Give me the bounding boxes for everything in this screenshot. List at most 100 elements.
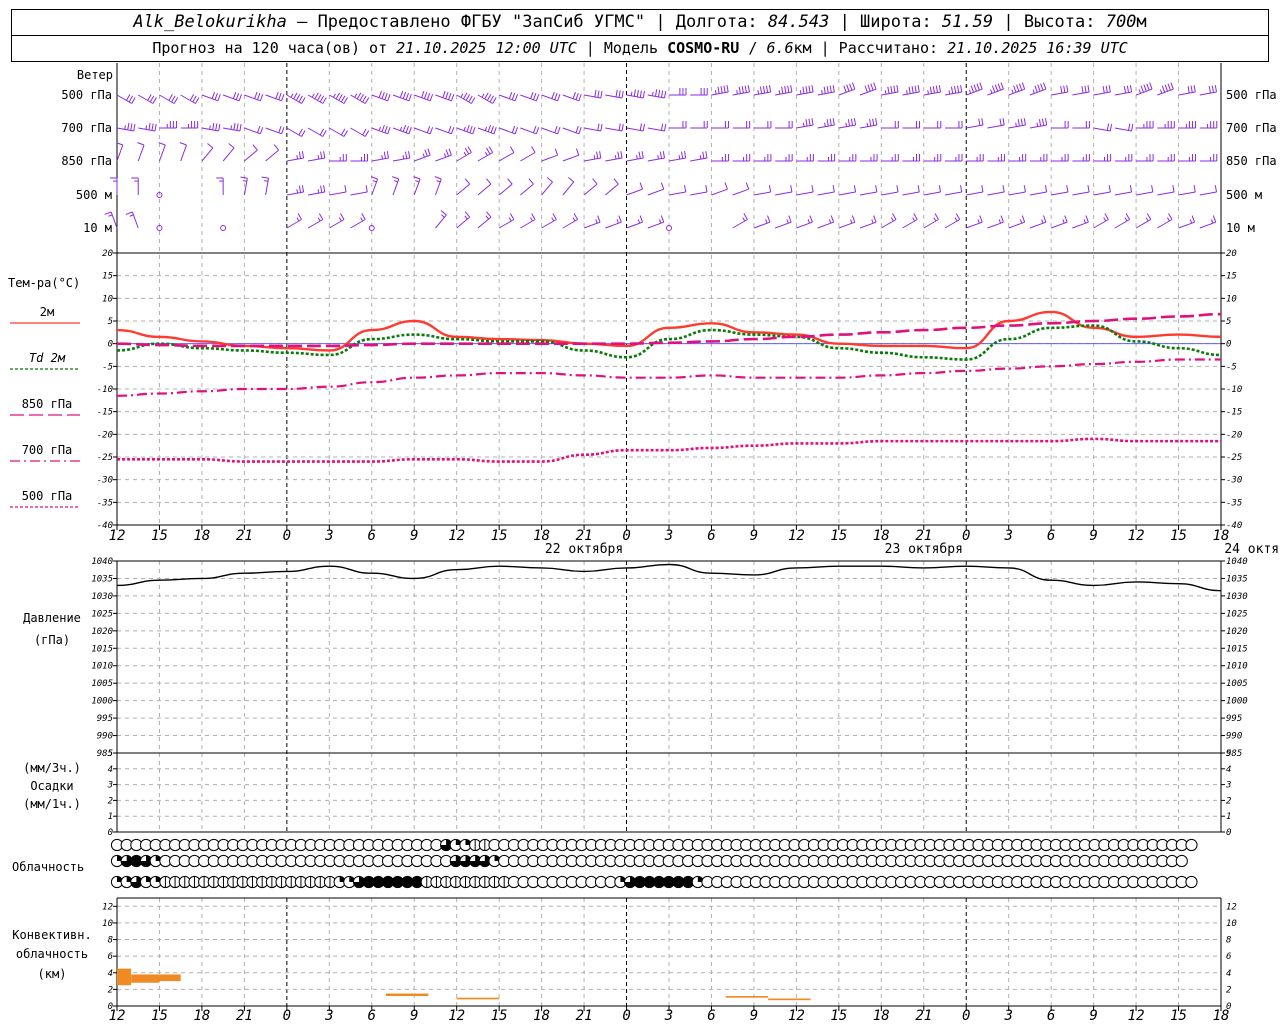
barb-flag xyxy=(533,93,537,100)
x-tick-label: 12 xyxy=(788,528,805,544)
barb-half xyxy=(436,180,441,183)
barb-half xyxy=(360,217,364,222)
barb-half xyxy=(124,125,126,130)
x-tick-label: 6 xyxy=(1047,1008,1055,1024)
barb-half xyxy=(296,155,299,160)
legend-label: Td 2м xyxy=(29,351,66,365)
x-tick-label: 3 xyxy=(324,1008,333,1024)
barb-staff xyxy=(626,157,644,162)
barb-half xyxy=(1166,217,1170,222)
y-tick-label-left: 12 xyxy=(102,902,113,912)
barb-flag xyxy=(575,93,579,100)
barb-flag xyxy=(1105,85,1108,93)
barb-staff xyxy=(647,157,665,162)
cloud-symbol xyxy=(1175,854,1188,868)
barb-half xyxy=(630,91,633,96)
barb-staff xyxy=(498,183,513,196)
barb-flag xyxy=(531,146,536,153)
barb-flag xyxy=(359,94,364,101)
barb-flag xyxy=(660,215,665,223)
x-tick-label: 0 xyxy=(962,528,970,544)
barb-flag xyxy=(872,118,875,126)
meteogram-plot: Ветер 500 гПа 500 гПа 700 гПа 700 гПа 850 гП… xyxy=(8,63,1280,1024)
barb-staff xyxy=(668,191,686,196)
barb-flag xyxy=(298,151,302,159)
barb-half xyxy=(1019,219,1023,224)
barb-half xyxy=(1036,122,1039,127)
barb-half xyxy=(530,217,533,222)
barb-flag xyxy=(1040,83,1044,91)
barb-flag xyxy=(293,92,298,100)
barb-flag xyxy=(1129,185,1133,193)
barb-half xyxy=(799,90,802,95)
barb-staff xyxy=(1114,91,1132,96)
barb-half xyxy=(460,93,464,98)
barb-staff xyxy=(520,183,534,196)
x-tick-label: 3 xyxy=(324,528,333,544)
barb-half xyxy=(845,122,848,127)
barb-half xyxy=(786,219,789,224)
barb-half xyxy=(595,219,598,224)
barb-flag xyxy=(509,213,515,220)
barb-flag xyxy=(1021,215,1026,223)
legend-label: 2м xyxy=(40,305,54,319)
cloud-symbol xyxy=(1185,875,1198,889)
barb-flag xyxy=(470,97,476,104)
barb-half xyxy=(651,91,654,96)
barb-half xyxy=(290,93,294,98)
barb-staff xyxy=(137,94,154,104)
barb-staff xyxy=(902,191,920,196)
wind-level-label-left: 850 гПа xyxy=(61,154,112,168)
barb-staff xyxy=(923,191,941,196)
barb-flag xyxy=(362,95,367,103)
barb-staff xyxy=(583,157,601,162)
barb-staff xyxy=(307,127,324,137)
barb-flag xyxy=(434,176,442,180)
barb-flag xyxy=(1020,118,1023,126)
barb-flag xyxy=(843,85,847,93)
barb-flag xyxy=(319,95,325,103)
barb-flag xyxy=(426,93,431,100)
barb-half xyxy=(765,219,768,224)
barb-staff xyxy=(1008,221,1025,229)
cloud-circle xyxy=(1185,838,1198,852)
barb-flag xyxy=(492,97,497,104)
barb-flag xyxy=(148,122,151,130)
barb-staff xyxy=(1008,88,1025,96)
barb-flag xyxy=(660,182,665,190)
barb-flag xyxy=(1126,85,1130,93)
barb-half xyxy=(443,153,447,158)
barb-staff xyxy=(966,221,983,229)
barb-flag xyxy=(322,97,327,104)
barb-flag xyxy=(1034,85,1038,93)
barb-flag xyxy=(301,130,306,137)
barb-flag xyxy=(1016,84,1020,92)
barb-flag xyxy=(152,97,157,104)
barb-staff xyxy=(966,124,984,129)
x-tick-label: 15 xyxy=(830,528,847,544)
barb-flag xyxy=(295,94,301,101)
barb-flag xyxy=(535,94,540,101)
barb-staff xyxy=(116,94,132,104)
barb-staff xyxy=(158,144,166,162)
barb-staff xyxy=(562,154,579,162)
barb-flag xyxy=(850,118,854,126)
y-tick-label-left: 1020 xyxy=(91,627,113,637)
barb-half xyxy=(393,180,398,183)
x-tick-label: 3 xyxy=(1003,1008,1012,1024)
barb-staff xyxy=(583,183,598,196)
barb-staff xyxy=(796,191,814,196)
y-tick-label-left: 1010 xyxy=(91,662,113,672)
barb-flag xyxy=(938,85,942,93)
barb-flag xyxy=(259,94,264,101)
barb-staff xyxy=(838,124,856,129)
barb-flag xyxy=(445,149,450,157)
barb-staff xyxy=(180,94,196,104)
barb-flag xyxy=(361,213,366,220)
y-tick-label-left: 1040 xyxy=(91,557,113,567)
barb-flag xyxy=(1129,85,1133,93)
barb-staff xyxy=(1072,191,1090,196)
barb-flag xyxy=(917,185,920,193)
barb-flag xyxy=(340,213,345,220)
x-tick-label: 12 xyxy=(788,1008,805,1024)
